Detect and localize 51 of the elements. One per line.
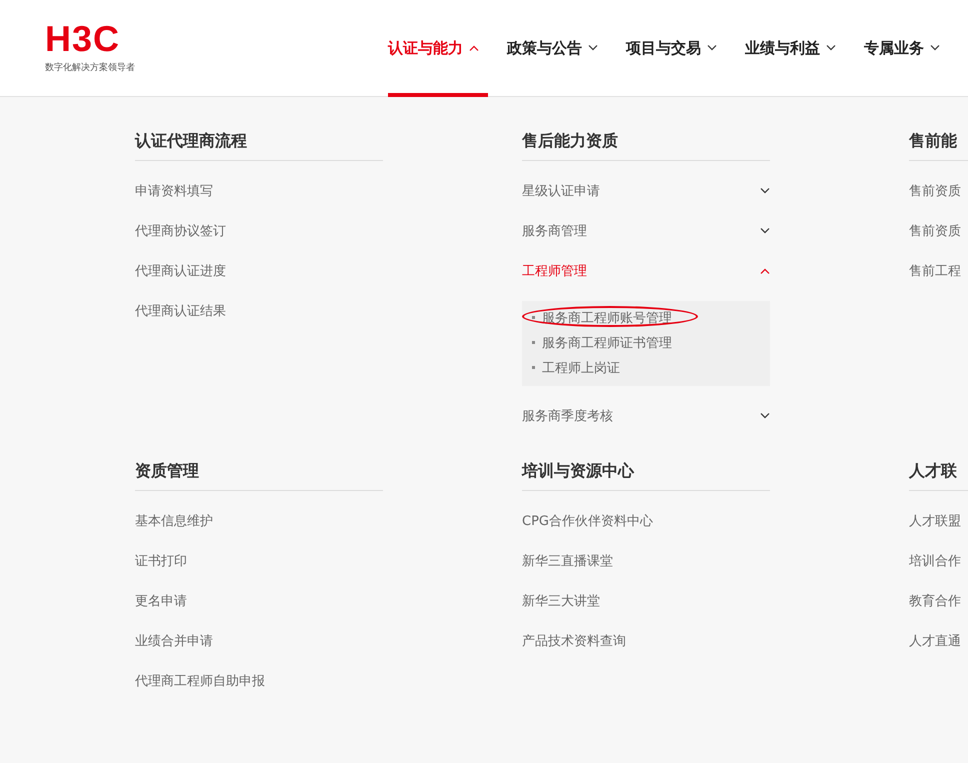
menu-link[interactable]: 星级认证申请 bbox=[522, 182, 600, 200]
menu-link[interactable]: 售前工程 bbox=[909, 262, 961, 280]
section-heading: 人才联 bbox=[909, 460, 968, 491]
menu-link[interactable]: 申请资料填写 bbox=[135, 182, 213, 200]
menu-link[interactable]: 新华三直播课堂 bbox=[522, 552, 613, 570]
chevron-down-icon bbox=[707, 45, 717, 51]
nav-tab[interactable]: 专属业务 bbox=[864, 38, 924, 58]
menu-link[interactable]: 服务商季度考核 bbox=[522, 407, 613, 425]
menu-link[interactable]: 代理商工程师自助申报 bbox=[135, 672, 265, 690]
menu-link[interactable]: CPG合作伙伴资料中心 bbox=[522, 512, 653, 530]
bullet-icon bbox=[532, 341, 535, 344]
menu-link[interactable]: 服务商管理 bbox=[522, 222, 587, 240]
submenu-link[interactable]: 服务商工程师证书管理 bbox=[542, 334, 672, 352]
brand-logo[interactable]: H3C bbox=[45, 22, 120, 54]
chevron-up-icon bbox=[760, 268, 770, 274]
menu-link[interactable]: 代理商协议签订 bbox=[135, 222, 226, 240]
menu-link[interactable]: 培训合作 bbox=[909, 552, 961, 570]
menu-link[interactable]: 售前资质 bbox=[909, 222, 961, 240]
chevron-up-icon bbox=[469, 45, 479, 51]
chevron-down-icon bbox=[826, 45, 836, 51]
nav-tab[interactable]: 认证与能力 bbox=[388, 38, 463, 58]
nav-tab[interactable]: 项目与交易 bbox=[626, 38, 701, 58]
chevron-down-icon bbox=[760, 228, 770, 234]
bullet-icon bbox=[532, 316, 535, 319]
section-heading: 认证代理商流程 bbox=[135, 130, 383, 161]
menu-link[interactable]: 产品技术资料查询 bbox=[522, 632, 626, 650]
section-heading: 资质管理 bbox=[135, 460, 383, 491]
menu-link[interactable]: 基本信息维护 bbox=[135, 512, 213, 530]
chevron-down-icon bbox=[760, 413, 770, 419]
bullet-icon bbox=[532, 366, 535, 369]
menu-link[interactable]: 代理商认证进度 bbox=[135, 262, 226, 280]
chevron-down-icon bbox=[760, 188, 770, 194]
chevron-down-icon bbox=[930, 45, 940, 51]
chevron-down-icon bbox=[588, 45, 598, 51]
menu-link[interactable]: 更名申请 bbox=[135, 592, 187, 610]
section-heading: 售前能 bbox=[909, 130, 968, 161]
section-heading: 培训与资源中心 bbox=[522, 460, 770, 491]
menu-link[interactable]: 证书打印 bbox=[135, 552, 187, 570]
nav-tab[interactable]: 政策与公告 bbox=[507, 38, 582, 58]
submenu-link[interactable]: 工程师上岗证 bbox=[542, 358, 620, 376]
menu-link[interactable]: 人才联盟 bbox=[909, 512, 961, 530]
menu-link[interactable]: 新华三大讲堂 bbox=[522, 592, 600, 610]
menu-link[interactable]: 人才直通 bbox=[909, 632, 961, 650]
menu-link[interactable]: 售前资质 bbox=[909, 182, 961, 200]
logo-tagline: 数字化解决方案领导者 bbox=[45, 61, 135, 74]
menu-link[interactable]: 业绩合并申请 bbox=[135, 632, 213, 650]
menu-link[interactable]: 教育合作 bbox=[909, 592, 961, 610]
section-heading: 售后能力资质 bbox=[522, 130, 770, 161]
menu-link[interactable]: 代理商认证结果 bbox=[135, 302, 226, 320]
nav-tab[interactable]: 业绩与利益 bbox=[745, 38, 820, 58]
menu-link[interactable]: 工程师管理 bbox=[522, 262, 587, 280]
